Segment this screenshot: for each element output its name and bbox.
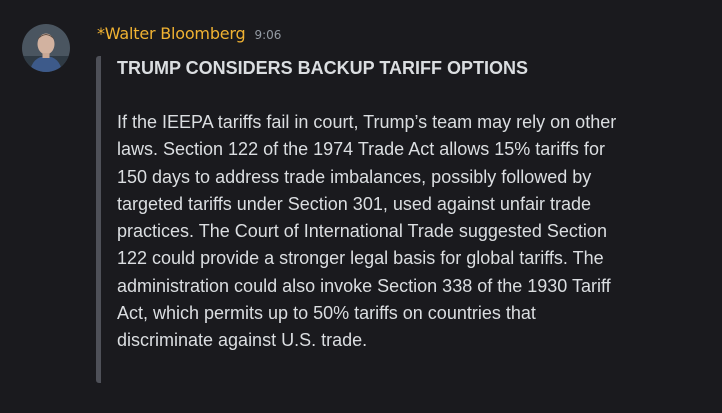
chat-message: *Walter Bloomberg 9:06 TRUMP CONSIDERS B…: [0, 0, 722, 413]
message-timestamp[interactable]: 9:06: [254, 28, 281, 42]
message-header: *Walter Bloomberg 9:06: [97, 24, 281, 43]
embed-title: TRUMP CONSIDERS BACKUP TARIFF OPTIONS: [117, 58, 529, 78]
author-name[interactable]: *Walter Bloomberg: [97, 24, 246, 43]
avatar[interactable]: [22, 24, 70, 72]
embed-accent-bar: [96, 56, 101, 383]
avatar-image: [22, 24, 70, 72]
embed-description: If the IEEPA tariffs fail in court, Trum…: [117, 112, 617, 351]
